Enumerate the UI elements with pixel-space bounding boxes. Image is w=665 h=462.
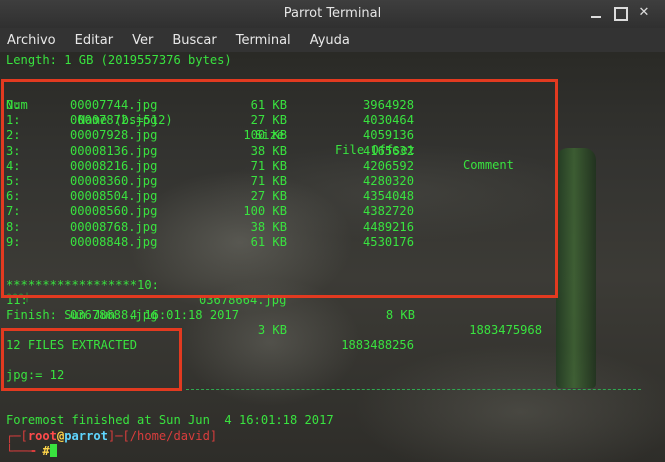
highlight-box-table [1, 79, 558, 298]
prompt-middle: ]─[ [107, 429, 130, 443]
menu-ayuda[interactable]: Ayuda [310, 33, 350, 48]
prompt-close: ] [209, 429, 218, 443]
menu-editar[interactable]: Editar [75, 33, 114, 48]
prompt-hash: # [42, 444, 50, 458]
close-icon[interactable]: ✕ [635, 4, 653, 22]
prompt-user: root [27, 429, 57, 443]
title-bar: Parrot Terminal ✕ [0, 0, 665, 28]
prompt-path: /home/david [129, 429, 210, 443]
prompt-line-1: ┌─[root@parrot]─[/home/david] [6, 429, 217, 444]
row-offset: 1883475968 [469, 323, 542, 337]
prompt-line-2[interactable]: └──╼ # [6, 444, 57, 459]
foremost-finished: Foremost finished at Sun Jun 4 16:01:18 … [6, 413, 334, 427]
row-size: 8 KB [385, 308, 415, 322]
menu-ver[interactable]: Ver [132, 33, 153, 48]
maximize-icon[interactable] [611, 4, 629, 22]
menu-buscar[interactable]: Buscar [172, 33, 216, 48]
window-title: Parrot Terminal [283, 6, 382, 21]
wallpaper-bottle [556, 148, 596, 388]
length-line: Length: 1 GB (2019557376 bytes) [6, 53, 232, 67]
text-cursor [49, 444, 57, 457]
row-offset: 1883488256 [341, 338, 414, 352]
row-size: 3 KB [257, 323, 287, 337]
prompt-open: ┌─[ [6, 429, 28, 443]
terminal-output[interactable]: Length: 1 GB (2019557376 bytes) Num Name… [0, 52, 665, 462]
minimize-icon[interactable] [587, 4, 605, 22]
finish-line: Finish: Sun Jun 4 16:01:18 2017 [6, 308, 239, 322]
separator-line [186, 389, 641, 390]
highlight-box-summary [1, 328, 182, 391]
prompt-second: └──╼ [6, 444, 43, 458]
menu-archivo[interactable]: Archivo [7, 33, 56, 48]
menu-terminal[interactable]: Terminal [236, 33, 291, 48]
prompt-host: parrot [64, 429, 108, 443]
menu-bar: Archivo Editar Ver Buscar Terminal Ayuda [0, 28, 665, 52]
